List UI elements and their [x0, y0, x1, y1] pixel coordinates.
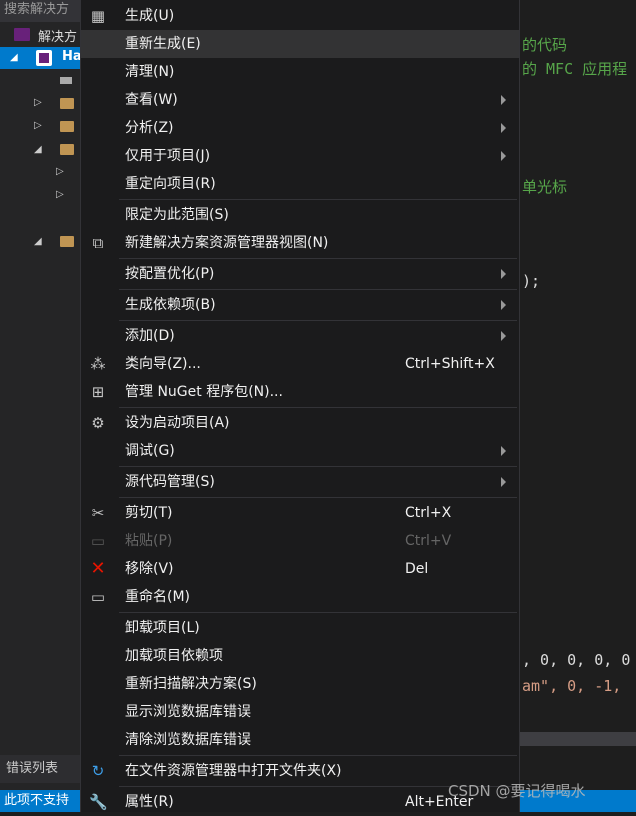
- horizontal-scrollbar[interactable]: [520, 732, 636, 746]
- project-label: Ha: [62, 49, 80, 64]
- menu-item-scope-to-this[interactable]: 限定为此范围(S): [81, 201, 519, 229]
- menu-item-build[interactable]: ▦ 生成(U): [81, 2, 519, 30]
- menu-separator: [119, 466, 517, 467]
- scissors-icon: ✂: [91, 504, 105, 522]
- solution-explorer-pane: 搜索解决方 解决方 ◢ Ha ▷ ▷ ◢ ▷ ▷ ◢ 错误列表: [0, 0, 80, 812]
- menu-item-new-explorer-view[interactable]: ⧉ 新建解决方案资源管理器视图(N): [81, 229, 519, 257]
- submenu-arrow-icon: [501, 269, 506, 279]
- tree-row-folder-4[interactable]: ◢: [0, 231, 80, 253]
- tree-row-child-1[interactable]: ▷: [0, 162, 80, 184]
- menu-item-set-startup-project[interactable]: ⚙ 设为启动项目(A): [81, 409, 519, 437]
- menu-item-debug[interactable]: 调试(G): [81, 437, 519, 465]
- menu-item-rescan-solution[interactable]: 重新扫描解决方案(S): [81, 670, 519, 698]
- tree-row-folder-2[interactable]: ▷: [0, 116, 80, 138]
- code-line: );: [522, 272, 541, 290]
- code-line: , 0, 0, 0, 0: [522, 651, 631, 669]
- folder-icon: [60, 144, 74, 155]
- refresh-arrow-icon: ↻: [91, 762, 105, 780]
- error-list-tab[interactable]: 错误列表: [0, 755, 80, 783]
- collapsed-triangle-icon[interactable]: ▷: [56, 189, 64, 200]
- menu-item-build-dependencies[interactable]: 生成依赖项(B): [81, 291, 519, 319]
- folder-icon: [60, 236, 74, 247]
- tree-row-folder-3[interactable]: ◢: [0, 139, 80, 161]
- tree-row-child-2[interactable]: ▷: [0, 185, 80, 207]
- remove-icon: ✕: [90, 558, 106, 579]
- menu-separator: [119, 199, 517, 200]
- folder-icon: [60, 98, 74, 109]
- menu-item-clean[interactable]: 清理(N): [81, 58, 519, 86]
- code-line: 单光标: [522, 178, 568, 196]
- code-line: 的 MFC 应用程: [522, 60, 628, 78]
- menu-item-pgo[interactable]: 按配置优化(P): [81, 260, 519, 288]
- menu-item-cut[interactable]: ✂ 剪切(T) Ctrl+X: [81, 499, 519, 527]
- submenu-arrow-icon: [501, 123, 506, 133]
- references-icon: [60, 77, 72, 84]
- project-icon: [36, 50, 52, 66]
- menu-item-source-control[interactable]: 源代码管理(S): [81, 468, 519, 496]
- menu-item-remove[interactable]: ✕ 移除(V) Del: [81, 555, 519, 583]
- code-editor[interactable]: 的代码 的 MFC 应用程 单光标 ); , 0, 0, 0, 0 am", 0…: [520, 0, 636, 790]
- gear-icon: ⚙: [91, 414, 105, 432]
- code-line: am", 0, -1,: [522, 677, 622, 695]
- menu-item-manage-nuget[interactable]: ⊞ 管理 NuGet 程序包(N)...: [81, 378, 519, 406]
- tree-row-solution[interactable]: 解决方: [0, 24, 80, 46]
- folder-icon: [60, 121, 74, 132]
- submenu-arrow-icon: [501, 446, 506, 456]
- menu-separator: [119, 497, 517, 498]
- expanded-triangle-icon[interactable]: ◢: [34, 236, 42, 247]
- solution-label: 解决方: [38, 30, 78, 45]
- submenu-arrow-icon: [501, 331, 506, 341]
- menu-item-rebuild[interactable]: 重新生成(E): [81, 30, 519, 58]
- collapsed-triangle-icon[interactable]: ▷: [34, 120, 42, 131]
- expanded-triangle-icon[interactable]: ◢: [34, 144, 42, 155]
- menu-separator: [119, 320, 517, 321]
- menu-item-analyze[interactable]: 分析(Z): [81, 114, 519, 142]
- menu-item-rename[interactable]: ▭ 重命名(M): [81, 583, 519, 611]
- menu-separator: [119, 258, 517, 259]
- class-wizard-icon: ⁂: [90, 355, 106, 373]
- rename-icon: ▭: [90, 588, 106, 606]
- wrench-icon: 🔧: [89, 793, 108, 811]
- solution-icon: [14, 28, 30, 41]
- nuget-package-icon: ⊞: [91, 383, 105, 401]
- menu-separator: [119, 289, 517, 290]
- build-icon: ▦: [90, 7, 106, 25]
- tree-row-folder-1[interactable]: ▷: [0, 93, 80, 115]
- submenu-arrow-icon: [501, 300, 506, 310]
- code-line: 的代码: [522, 36, 568, 54]
- solution-explorer-search-input[interactable]: 搜索解决方: [0, 0, 80, 22]
- menu-item-view[interactable]: 查看(W): [81, 86, 519, 114]
- menu-separator: [119, 612, 517, 613]
- menu-item-class-wizard[interactable]: ⁂ 类向导(Z)... Ctrl+Shift+X: [81, 350, 519, 378]
- menu-item-paste[interactable]: ▭ 粘贴(P) Ctrl+V: [81, 527, 519, 555]
- menu-item-clear-browse-db-errors[interactable]: 清除浏览数据库错误: [81, 726, 519, 754]
- menu-item-project-only[interactable]: 仅用于项目(J): [81, 142, 519, 170]
- paste-icon: ▭: [90, 532, 106, 550]
- menu-item-retarget-project[interactable]: 重定向项目(R): [81, 170, 519, 198]
- menu-separator: [119, 755, 517, 756]
- collapsed-triangle-icon[interactable]: ▷: [56, 166, 64, 177]
- context-menu: ▦ 生成(U) 重新生成(E) 清理(N) 查看(W) 分析(Z) 仅用于项目(…: [80, 0, 520, 812]
- menu-item-unload-project[interactable]: 卸载项目(L): [81, 614, 519, 642]
- new-view-icon: ⧉: [92, 234, 104, 252]
- tree-row-references[interactable]: [0, 70, 80, 92]
- submenu-arrow-icon: [501, 151, 506, 161]
- tree-row-project[interactable]: ◢ Ha: [0, 47, 80, 69]
- status-text: 此项不支持: [4, 793, 70, 808]
- menu-separator: [119, 407, 517, 408]
- expand-triangle-icon[interactable]: ◢: [10, 52, 18, 63]
- menu-item-load-dependencies[interactable]: 加载项目依赖项: [81, 642, 519, 670]
- watermark: CSDN @要记得喝水: [448, 782, 586, 800]
- submenu-arrow-icon: [501, 95, 506, 105]
- submenu-arrow-icon: [501, 477, 506, 487]
- menu-item-add[interactable]: 添加(D): [81, 322, 519, 350]
- collapsed-triangle-icon[interactable]: ▷: [34, 97, 42, 108]
- menu-item-show-browse-db-errors[interactable]: 显示浏览数据库错误: [81, 698, 519, 726]
